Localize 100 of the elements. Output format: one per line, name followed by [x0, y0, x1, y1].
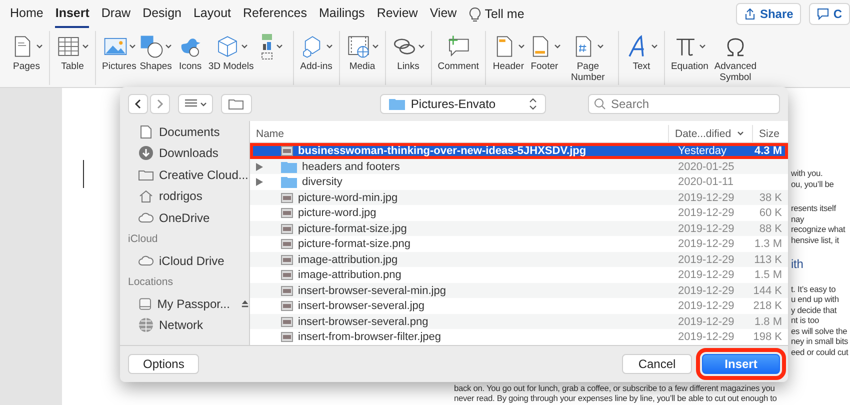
- file-row[interactable]: image-attribution.jpg 2019-12-29 113 K: [250, 252, 788, 268]
- back-button[interactable]: [128, 94, 148, 114]
- file-date: Yesterday: [677, 145, 728, 158]
- caret-icon[interactable]: [418, 44, 425, 48]
- caret-icon[interactable]: [276, 44, 283, 48]
- file-row[interactable]: picture-format-size.jpg 2019-12-29 88 K: [250, 220, 788, 236]
- home-icon: [138, 188, 154, 204]
- ribbon-button[interactable]: Text: [632, 61, 650, 72]
- document-text: nt is too: [791, 315, 820, 326]
- search-field[interactable]: Search: [588, 94, 780, 114]
- file-row[interactable]: headers and footers 2020-01-25: [250, 158, 788, 174]
- caret-icon[interactable]: [372, 44, 379, 48]
- image-file-icon: [281, 239, 293, 250]
- sidebar-item[interactable]: rodrigos: [159, 189, 202, 204]
- caret-icon[interactable]: [82, 44, 89, 48]
- shapes-icon: [139, 34, 164, 58]
- view-menu-button[interactable]: [178, 94, 213, 114]
- document-text: back on. You go out for lunch, grab a coffee, or subscribe to a few different magazines you: [454, 384, 776, 394]
- comments-button[interactable]: C: [809, 3, 850, 25]
- share-button[interactable]: Share: [736, 3, 802, 25]
- ribbon-button[interactable]: Pages: [13, 61, 40, 72]
- caret-icon[interactable]: [597, 44, 604, 48]
- file-date: 2019-12-29: [677, 192, 736, 204]
- menu-tab[interactable]: References: [243, 0, 307, 28]
- image-file-icon: [281, 270, 293, 280]
- dialog-button[interactable]: Cancel: [622, 354, 692, 374]
- document-icon: [138, 124, 154, 140]
- caret-icon[interactable]: [165, 44, 172, 48]
- sidebar-item[interactable]: Creative Cloud...: [159, 168, 248, 182]
- sidebar-item[interactable]: Documents: [159, 124, 220, 139]
- caret-icon[interactable]: [36, 44, 43, 48]
- search-icon: [594, 98, 606, 110]
- menu-tab[interactable]: Design: [142, 0, 182, 28]
- sidebar-item[interactable]: OneDrive: [159, 210, 210, 225]
- stepper-icon: [529, 98, 537, 110]
- sidebar-item[interactable]: iCloud Drive: [159, 254, 224, 268]
- ribbon-button[interactable]: Links: [397, 61, 420, 72]
- menu-tab[interactable]: Draw: [101, 0, 131, 28]
- file-size: 60 K: [758, 207, 783, 220]
- caret-icon: [200, 102, 207, 106]
- ribbon-button[interactable]: Page Number: [564, 61, 612, 83]
- document-text: ney in small bits: [791, 336, 848, 346]
- ribbon-button[interactable]: Media: [349, 61, 376, 72]
- ribbon-button[interactable]: Header: [492, 61, 524, 72]
- sidebar-item[interactable]: Downloads: [159, 146, 218, 160]
- image-file-icon: [281, 192, 293, 203]
- tell-me-field[interactable]: Tell me: [484, 7, 524, 21]
- column-header[interactable]: Name: [250, 125, 668, 142]
- file-row[interactable]: insert-browser-several-min.jpg 2019-12-29 144 K: [250, 282, 788, 298]
- ribbon-button[interactable]: Equation: [670, 61, 708, 72]
- caret-icon[interactable]: [128, 44, 136, 48]
- file-row[interactable]: insert-browser-several.png 2019-12-29 1.8 M: [250, 314, 788, 330]
- file-date: 2019-12-29: [677, 269, 736, 282]
- file-size: 113 K: [753, 254, 783, 266]
- file-size: 1.3 M: [753, 238, 783, 250]
- ribbon-button[interactable]: Advanced Symbol: [711, 61, 760, 83]
- ribbon-button[interactable]: Pictures: [102, 61, 136, 72]
- column-header[interactable]: Date...dified: [668, 125, 752, 142]
- caret-icon[interactable]: [554, 44, 561, 48]
- folder-icon: [228, 98, 244, 110]
- menu-tab[interactable]: Layout: [193, 0, 232, 28]
- image-file-icon: [281, 332, 293, 342]
- file-name: diversity: [302, 176, 342, 188]
- ribbon-button[interactable]: Footer: [530, 61, 558, 72]
- file-row[interactable]: picture-word-min.jpg 2019-12-29 38 K: [250, 190, 788, 206]
- list-icon: [184, 99, 198, 109]
- caret-icon[interactable]: [240, 44, 248, 48]
- sidebar-item[interactable]: Network: [159, 318, 204, 332]
- menu-tab[interactable]: View: [430, 0, 457, 28]
- file-name: insert-browser-several.jpg: [298, 300, 425, 312]
- download-icon: [138, 145, 154, 162]
- location-popup[interactable]: Pictures-Envato: [380, 94, 546, 114]
- menu-tab[interactable]: Review: [376, 0, 418, 28]
- new-folder-button[interactable]: [221, 94, 252, 114]
- ribbon-button[interactable]: Icons: [178, 61, 202, 72]
- caret-icon[interactable]: [699, 44, 706, 48]
- menu-tab[interactable]: Mailings: [318, 0, 365, 28]
- caret-icon[interactable]: [650, 44, 658, 48]
- ribbon-button[interactable]: Shapes: [140, 61, 172, 72]
- ribbon-button[interactable]: Add-ins: [300, 61, 332, 72]
- comment-icon: [817, 8, 830, 20]
- file-date: 2019-12-29: [677, 222, 736, 235]
- file-size: 4.3 M: [753, 145, 783, 158]
- file-name: image-attribution.png: [298, 269, 402, 282]
- file-size: 1.8 M: [753, 316, 783, 328]
- dialog-button[interactable]: Options: [128, 354, 200, 374]
- caret-icon[interactable]: [518, 44, 525, 48]
- ribbon-button[interactable]: 3D Models: [208, 61, 254, 72]
- text-cursor: [83, 160, 84, 188]
- caret-icon[interactable]: [326, 44, 333, 48]
- column-header[interactable]: Size: [752, 125, 788, 142]
- file-row[interactable]: businesswoman-thinking-over-new-ideas-5JHXSDV.jpg Yesterday 4.3 M: [250, 143, 788, 159]
- drive-icon: [138, 296, 152, 312]
- document-text: t. It’s easy to: [791, 284, 837, 294]
- eject-icon[interactable]: [240, 299, 249, 308]
- document-text: resents itself: [791, 203, 838, 214]
- ribbon-button[interactable]: Table: [61, 61, 84, 72]
- ribbon-button[interactable]: Comment: [438, 61, 479, 72]
- menu-tab[interactable]: Home: [10, 0, 44, 28]
- sidebar-item[interactable]: My Passpor...: [157, 296, 230, 311]
